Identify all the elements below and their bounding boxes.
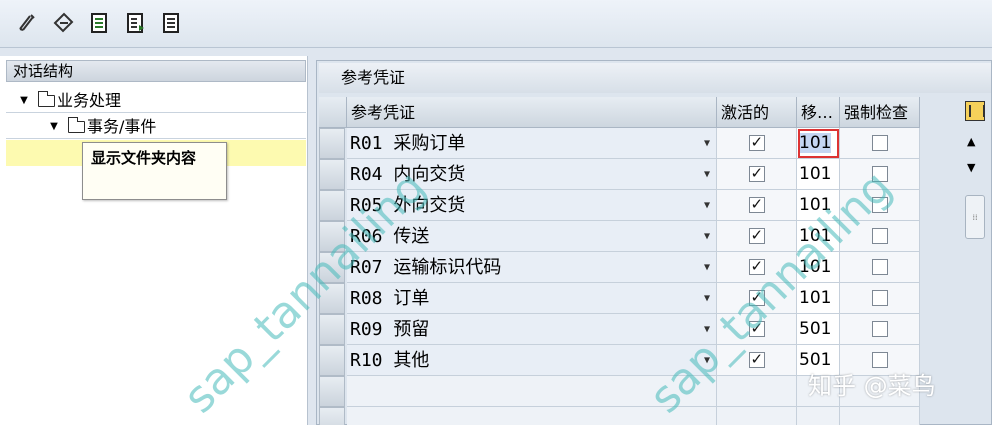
dropdown-arrow-icon[interactable]: ▼ bbox=[704, 128, 710, 159]
mandatory-cell bbox=[840, 252, 920, 283]
active-cell bbox=[717, 283, 797, 314]
tooltip: 显示文件夹内容 bbox=[82, 142, 227, 200]
mandatory-checkbox[interactable] bbox=[871, 166, 888, 182]
document-save-icon[interactable] bbox=[88, 11, 112, 35]
dropdown-arrow-icon[interactable]: ▼ bbox=[704, 159, 710, 190]
table-row-doc[interactable]: R01 采购订单 ▼ bbox=[347, 128, 717, 159]
dropdown-arrow-icon[interactable]: ▼ bbox=[704, 345, 710, 376]
movement-type-input[interactable]: 101 bbox=[797, 252, 840, 283]
table-row-doc[interactable]: R06 传送 ▼ bbox=[347, 221, 717, 252]
table-row-doc[interactable]: R04 内向交货 ▼ bbox=[347, 159, 717, 190]
row-selector[interactable] bbox=[319, 283, 345, 314]
row-selector[interactable] bbox=[319, 314, 345, 345]
active-cell bbox=[717, 128, 797, 159]
movement-type-input[interactable]: 101 bbox=[797, 283, 840, 314]
movement-type-input[interactable]: 101 bbox=[797, 159, 840, 190]
mandatory-cell bbox=[840, 159, 920, 190]
source-watermark: 知乎 @菜鸟 bbox=[808, 372, 936, 400]
dialog-structure-pane: 对话结构 ▼ 业务处理 ▼ 事务/事件 显示文件夹内容 bbox=[0, 56, 308, 425]
movement-type-input[interactable]: 101 bbox=[797, 221, 840, 252]
empty-cell[interactable] bbox=[347, 376, 717, 407]
document-export-icon[interactable] bbox=[124, 11, 148, 35]
active-checkbox[interactable] bbox=[748, 319, 765, 337]
row-selector[interactable] bbox=[319, 221, 345, 252]
active-checkbox[interactable] bbox=[748, 164, 765, 182]
folder-icon bbox=[67, 117, 85, 133]
row-selector[interactable] bbox=[319, 128, 345, 159]
active-checkbox[interactable] bbox=[748, 133, 765, 151]
active-cell bbox=[717, 345, 797, 376]
dropdown-arrow-icon[interactable]: ▼ bbox=[704, 252, 710, 283]
column-header-active[interactable]: 激活的 bbox=[717, 97, 797, 128]
collapse-arrow-icon[interactable]: ▼ bbox=[16, 90, 32, 112]
mandatory-cell bbox=[840, 128, 920, 159]
dropdown-arrow-icon[interactable]: ▼ bbox=[704, 314, 710, 345]
movement-type-input[interactable]: 101 bbox=[797, 190, 840, 221]
movement-type-input[interactable]: 101 bbox=[797, 128, 840, 159]
column-header-movement[interactable]: 移… bbox=[797, 97, 840, 128]
row-selector[interactable] bbox=[319, 252, 345, 283]
dropdown-arrow-icon[interactable]: ▼ bbox=[704, 221, 710, 252]
empty-cell[interactable] bbox=[347, 407, 717, 425]
active-cell bbox=[717, 252, 797, 283]
empty-cell[interactable] bbox=[840, 407, 920, 425]
active-cell bbox=[717, 190, 797, 221]
tree-node-transactions-events[interactable]: ▼ 事务/事件 bbox=[46, 116, 156, 138]
table-row-doc[interactable]: R08 订单 ▼ bbox=[347, 283, 717, 314]
active-cell bbox=[717, 159, 797, 190]
mandatory-checkbox[interactable] bbox=[871, 321, 888, 337]
column-configuration-icon[interactable] bbox=[965, 101, 985, 121]
mandatory-cell bbox=[840, 221, 920, 252]
active-checkbox[interactable] bbox=[748, 195, 765, 213]
vertical-scrollbar-thumb[interactable]: ⁞⁞ bbox=[965, 195, 985, 239]
table-row-doc[interactable]: R05 外向交货 ▼ bbox=[347, 190, 717, 221]
dropdown-arrow-icon[interactable]: ▼ bbox=[704, 283, 710, 314]
table-row-doc[interactable]: R10 其他 ▼ bbox=[347, 345, 717, 376]
pane-title: 参考凭证 bbox=[319, 63, 991, 93]
dialog-structure-title: 对话结构 bbox=[6, 60, 306, 82]
mandatory-checkbox[interactable] bbox=[871, 228, 888, 244]
collapse-arrow-icon[interactable]: ▼ bbox=[46, 116, 62, 138]
active-cell bbox=[717, 314, 797, 345]
empty-cell[interactable] bbox=[797, 407, 840, 425]
mandatory-checkbox[interactable] bbox=[871, 259, 888, 275]
mandatory-cell bbox=[840, 190, 920, 221]
edit-pencil-icon[interactable] bbox=[16, 11, 40, 35]
table-row-doc[interactable]: R09 预留 ▼ bbox=[347, 314, 717, 345]
empty-cell[interactable] bbox=[717, 407, 797, 425]
mandatory-checkbox[interactable] bbox=[871, 135, 888, 151]
tree-node-business-processing[interactable]: ▼ 业务处理 bbox=[16, 90, 121, 112]
mandatory-checkbox[interactable] bbox=[871, 197, 888, 213]
row-selector[interactable] bbox=[319, 376, 345, 407]
display-change-icon[interactable] bbox=[52, 11, 76, 35]
scroll-up-icon[interactable]: ▲ bbox=[967, 135, 975, 148]
row-selector[interactable] bbox=[319, 190, 345, 221]
active-cell bbox=[717, 221, 797, 252]
tree-node-label: 业务处理 bbox=[57, 91, 122, 110]
table-row-doc[interactable]: R07 运输标识代码 ▼ bbox=[347, 252, 717, 283]
row-selector[interactable] bbox=[319, 159, 345, 190]
document-list-icon[interactable] bbox=[160, 11, 184, 35]
mandatory-cell bbox=[840, 314, 920, 345]
row-selector[interactable] bbox=[319, 345, 345, 376]
active-checkbox[interactable] bbox=[748, 350, 765, 368]
empty-cell[interactable] bbox=[717, 376, 797, 407]
active-checkbox[interactable] bbox=[748, 257, 765, 275]
scroll-down-icon[interactable]: ▼ bbox=[967, 161, 975, 174]
application-toolbar bbox=[0, 0, 992, 48]
dropdown-arrow-icon[interactable]: ▼ bbox=[704, 190, 710, 221]
select-all-cell[interactable] bbox=[319, 97, 347, 128]
mandatory-cell bbox=[840, 283, 920, 314]
row-selector[interactable] bbox=[319, 407, 345, 425]
column-header-mandatory[interactable]: 强制检查 bbox=[840, 97, 920, 128]
folder-icon bbox=[37, 91, 55, 107]
tree-node-label: 事务/事件 bbox=[87, 117, 157, 136]
mandatory-checkbox[interactable] bbox=[871, 290, 888, 306]
active-checkbox[interactable] bbox=[748, 288, 765, 306]
movement-type-input[interactable]: 501 bbox=[797, 314, 840, 345]
column-header-doc[interactable]: 参考凭证 bbox=[347, 97, 717, 128]
active-checkbox[interactable] bbox=[748, 226, 765, 244]
